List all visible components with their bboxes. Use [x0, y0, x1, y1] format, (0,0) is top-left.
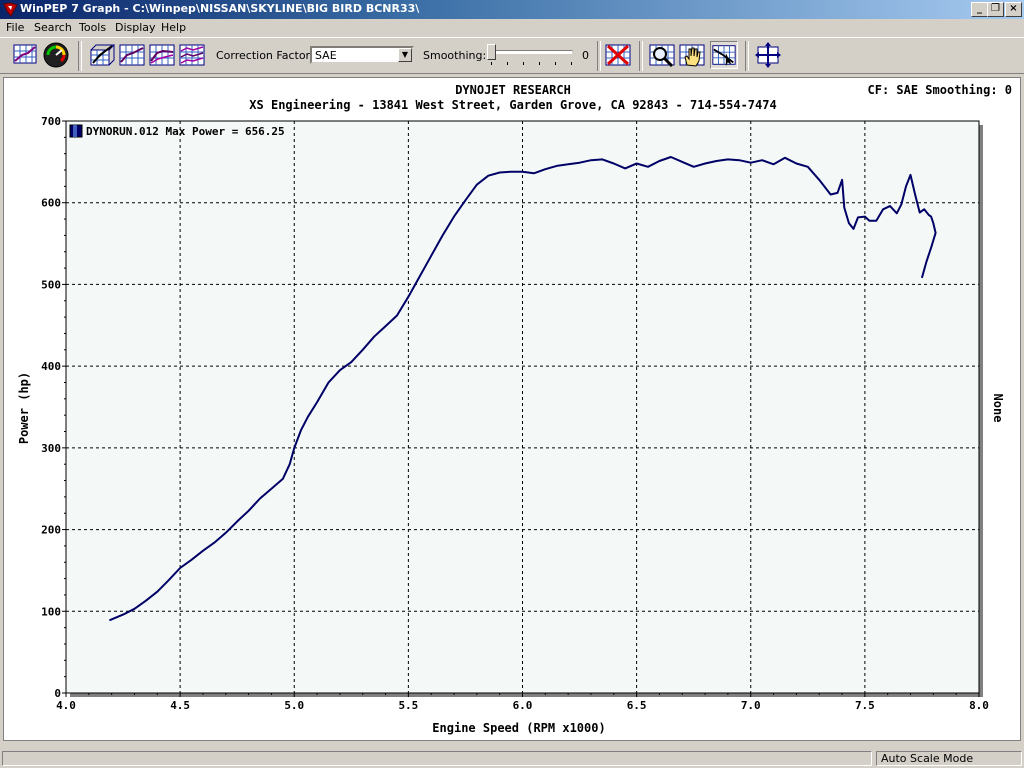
- x-tick-label: 6.5: [627, 699, 647, 712]
- menu-tools[interactable]: Tools: [79, 21, 106, 34]
- x-tick-labels: 4.0 4.5 5.0 5.5 6.0 6.5 7.0 7.5 8.0: [56, 699, 989, 712]
- x-tick-label: 5.5: [398, 699, 418, 712]
- measure-cursor-icon[interactable]: [710, 41, 738, 69]
- zoom-icon[interactable]: [648, 41, 676, 69]
- smoothing-value: 0: [582, 49, 589, 62]
- y-axis-label: Power (hp): [17, 372, 31, 444]
- title-bar: WinPEP 7 Graph - C:\Winpep\NISSAN\SKYLIN…: [0, 0, 1024, 19]
- toolbar-separator: [597, 41, 601, 71]
- toolbar-separator: [78, 41, 82, 71]
- x-tick-label: 6.0: [513, 699, 533, 712]
- menu-display[interactable]: Display: [115, 21, 156, 34]
- y-tick-label: 200: [41, 524, 61, 537]
- smoothing-label: Smoothing:: [423, 49, 487, 62]
- minimize-button[interactable]: _: [971, 2, 988, 17]
- status-pane-mode: Auto Scale Mode: [876, 751, 1022, 766]
- y-tick-label: 300: [41, 442, 61, 455]
- y-tick-label: 500: [41, 278, 61, 291]
- x-tick-label: 4.0: [56, 699, 76, 712]
- y-tick-label: 400: [41, 360, 61, 373]
- y-tick-label: 700: [41, 115, 61, 128]
- chevron-down-icon[interactable]: ▼: [398, 48, 412, 62]
- toolbar: Correction Factor: SAE ▼ Smoothing: 0: [0, 37, 1024, 74]
- correction-factor-label: Correction Factor:: [216, 49, 314, 62]
- cf-smoothing-info: CF: SAE Smoothing: 0: [868, 83, 1013, 97]
- menu-bar: File Search Tools Display Help: [0, 19, 1024, 37]
- menu-file[interactable]: File: [6, 21, 24, 34]
- legend-series-name: DYNORUN.012 Max Power = 656.25: [86, 125, 285, 138]
- graph-torque-icon[interactable]: [148, 41, 176, 69]
- toolbar-separator: [745, 41, 749, 71]
- clear-runs-icon[interactable]: [604, 41, 632, 69]
- right-axis-label: None: [991, 394, 1005, 423]
- axis-move-icon[interactable]: [754, 41, 782, 69]
- graph-3d-icon[interactable]: [88, 41, 116, 69]
- legend: DYNORUN.012 Max Power = 656.25: [69, 124, 285, 138]
- y-tick-label: 600: [41, 197, 61, 210]
- menu-help[interactable]: Help: [161, 21, 186, 34]
- x-tick-label: 8.0: [969, 699, 989, 712]
- chart-subtitle: XS Engineering - 13841 West Street, Gard…: [249, 98, 776, 112]
- status-pane-main: [2, 751, 872, 766]
- chart-title: DYNOJET RESEARCH: [455, 83, 571, 97]
- x-tick-label: 7.0: [741, 699, 761, 712]
- pan-hand-icon[interactable]: [678, 41, 706, 69]
- x-axis-label: Engine Speed (RPM x1000): [432, 721, 605, 735]
- menu-search[interactable]: Search: [34, 21, 72, 34]
- legend-swatch-highlight: [73, 125, 77, 137]
- dyno-chart[interactable]: DYNOJET RESEARCH XS Engineering - 13841 …: [4, 78, 1020, 740]
- x-tick-label: 4.5: [170, 699, 190, 712]
- y-tick-labels: 0 100 200 300 400 500 600 700: [41, 115, 61, 700]
- window-title: WinPEP 7 Graph - C:\Winpep\NISSAN\SKYLIN…: [20, 2, 420, 15]
- correction-factor-select[interactable]: SAE ▼: [310, 46, 414, 64]
- x-tick-label: 7.5: [855, 699, 875, 712]
- smoothing-slider[interactable]: [485, 44, 575, 68]
- graph-power-icon[interactable]: [118, 41, 146, 69]
- winpep-app-icon[interactable]: [3, 2, 18, 17]
- grid-view-icon[interactable]: [12, 41, 40, 69]
- correction-factor-value: SAE: [315, 49, 337, 62]
- x-tick-label: 5.0: [284, 699, 304, 712]
- gauge-icon[interactable]: [42, 41, 70, 69]
- slider-ticks: [491, 62, 572, 65]
- restore-button[interactable]: ❐: [987, 2, 1004, 17]
- toolbar-separator: [639, 41, 643, 71]
- close-button[interactable]: ×: [1005, 2, 1022, 17]
- slider-track: [489, 50, 573, 55]
- status-bar: Auto Scale Mode: [0, 749, 1024, 768]
- y-tick-label: 100: [41, 605, 61, 618]
- graph-panel[interactable]: DYNOJET RESEARCH XS Engineering - 13841 …: [3, 77, 1021, 741]
- graph-multi-icon[interactable]: [178, 41, 206, 69]
- y-tick-label: 0: [54, 687, 61, 700]
- slider-thumb[interactable]: [487, 44, 496, 60]
